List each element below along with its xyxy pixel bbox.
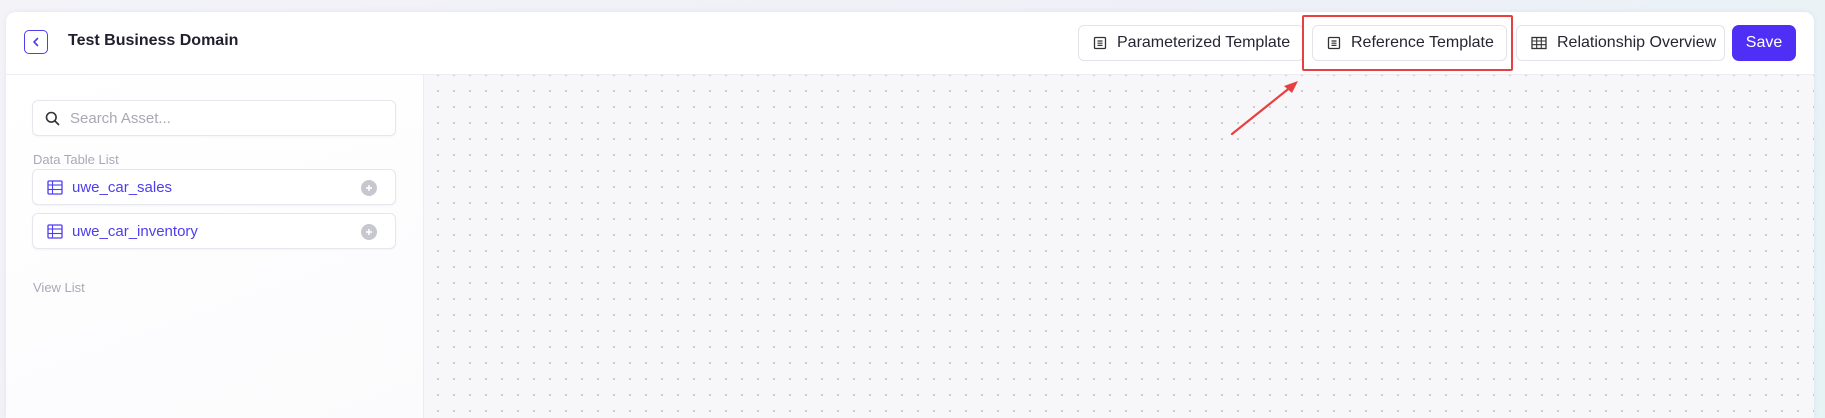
- list-item[interactable]: uwe_car_inventory: [32, 213, 396, 249]
- template-icon: [1093, 36, 1107, 50]
- plus-circle-icon[interactable]: [361, 224, 377, 240]
- search-icon: [45, 111, 60, 125]
- chevron-left-icon: [33, 37, 39, 47]
- modeling-canvas[interactable]: [424, 75, 1814, 418]
- parameterized-template-label: Parameterized Template: [1117, 34, 1291, 51]
- table-name: uwe_car_inventory: [72, 222, 198, 240]
- page-title: Test Business Domain: [68, 32, 239, 49]
- view-list-label: View List: [33, 280, 85, 295]
- table-icon: [47, 223, 63, 239]
- asset-sidebar: Data Table List uwe_car_sales: [6, 75, 424, 418]
- list-item[interactable]: uwe_car_sales: [32, 169, 396, 205]
- app-window: Test Business Domain Parameterized Templ…: [6, 12, 1814, 418]
- table-name: uwe_car_sales: [72, 178, 173, 196]
- search-input[interactable]: [68, 108, 372, 128]
- relationship-overview-label: Relationship Overview: [1557, 34, 1717, 51]
- table-icon: [1531, 36, 1547, 50]
- annotation-arrow: [1230, 81, 1298, 136]
- parameterized-template-button[interactable]: Parameterized Template: [1078, 25, 1304, 61]
- data-table-list-label: Data Table List: [33, 152, 119, 167]
- plus-circle-icon[interactable]: [361, 180, 377, 196]
- highlight-annotation-box: [1302, 15, 1513, 71]
- table-icon: [47, 179, 63, 195]
- save-button[interactable]: Save: [1732, 25, 1796, 61]
- header-bar: Test Business Domain Parameterized Templ…: [6, 12, 1814, 75]
- search-box[interactable]: [32, 100, 396, 136]
- back-button[interactable]: [24, 30, 48, 54]
- relationship-overview-button[interactable]: Relationship Overview: [1516, 25, 1725, 61]
